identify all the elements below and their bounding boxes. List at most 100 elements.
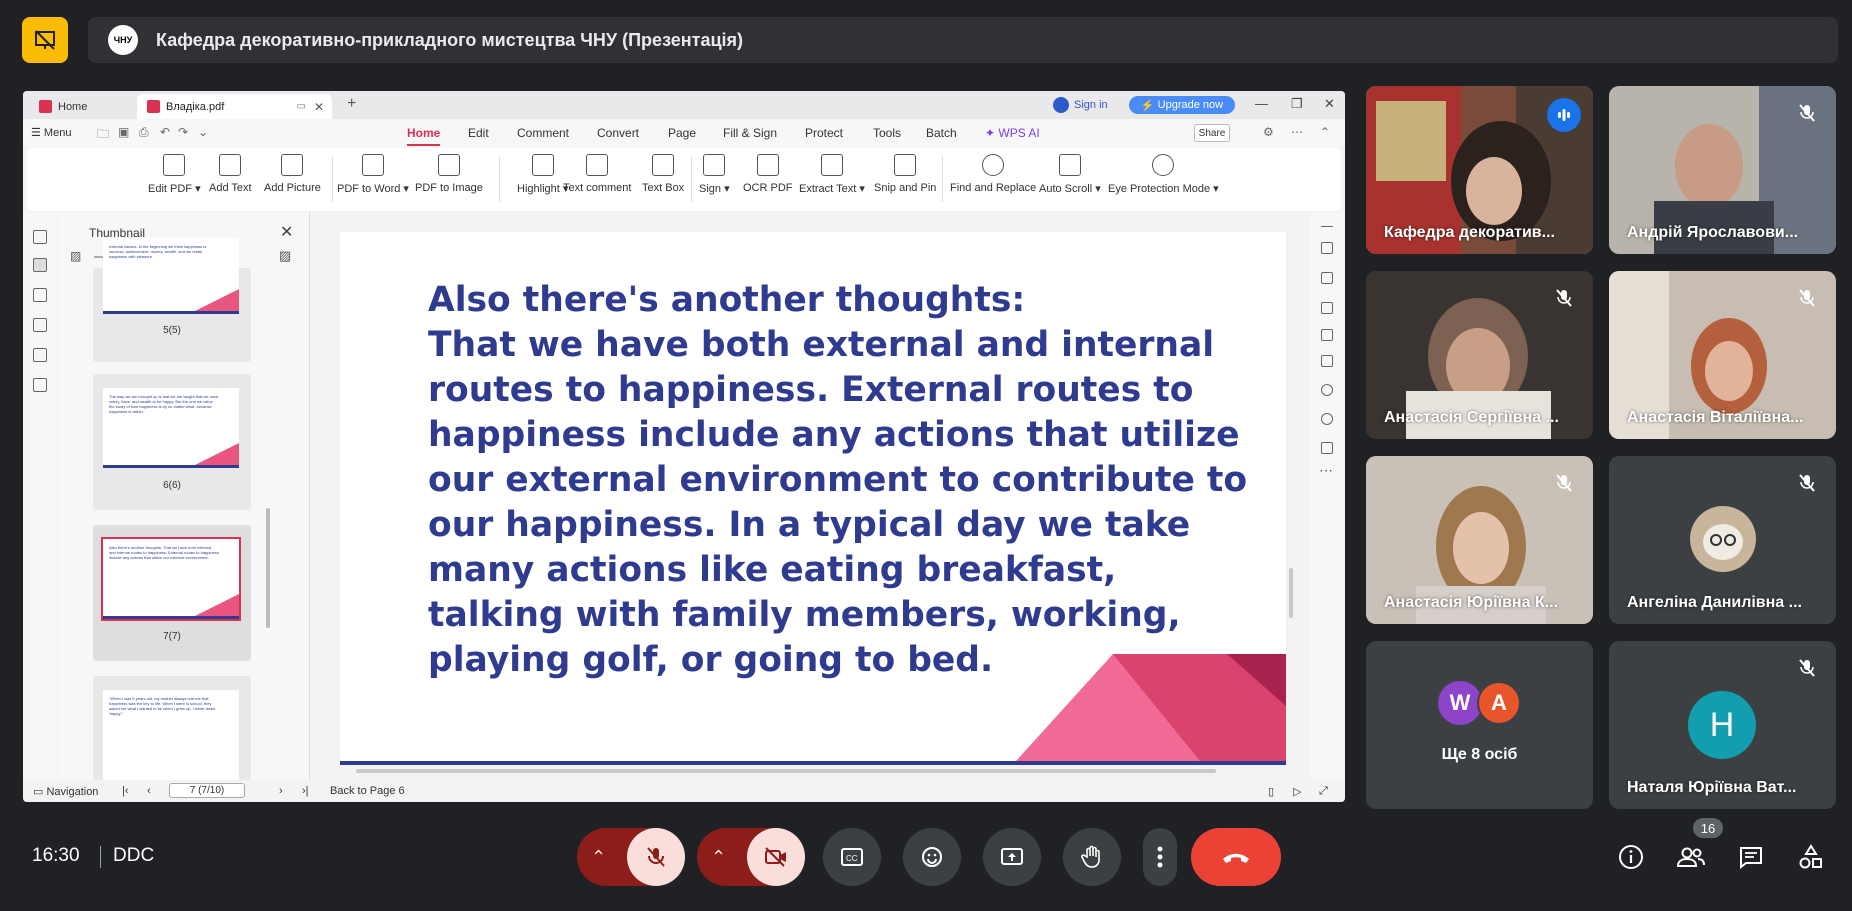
minimize-icon[interactable]: — [1255, 96, 1268, 111]
menu-tab-wps-ai[interactable]: ✦ WPS AI [985, 126, 1040, 140]
view-mode-icon[interactable]: ▯ [1268, 785, 1274, 798]
menu-tab-page[interactable]: Page [668, 126, 696, 140]
list-icon[interactable] [1321, 329, 1333, 341]
pen-icon[interactable] [1321, 302, 1333, 314]
mic-toggle-button[interactable] [627, 828, 685, 886]
next-page-icon[interactable]: › [279, 785, 283, 797]
thumbnail-page-7-selected[interactable]: Also there's another thoughts: That we h… [93, 525, 251, 661]
horizontal-scrollbar[interactable] [340, 767, 1320, 775]
bookmark-icon[interactable] [33, 230, 47, 244]
signature-icon[interactable] [33, 348, 47, 362]
collapse-ribbon-icon[interactable]: ⌃ [1320, 125, 1330, 139]
camera-toggle-button[interactable] [747, 828, 805, 886]
page-icon[interactable] [1321, 355, 1333, 367]
play-icon[interactable]: ▷ [1293, 785, 1301, 798]
more-options-button[interactable] [1143, 828, 1177, 886]
redo-icon[interactable]: ↷ [178, 125, 188, 139]
extract-text-button[interactable]: Extract Text ▾ [799, 154, 865, 195]
leave-call-button[interactable] [1191, 828, 1281, 886]
raise-hand-button[interactable] [1063, 828, 1121, 886]
edit-icon[interactable] [1321, 242, 1333, 254]
minus-icon[interactable] [1321, 226, 1333, 227]
thumbnail-page-8[interactable]: "When I was 5 years old, my mother alway… [93, 676, 251, 780]
settings-icon[interactable]: ⚙ [1263, 125, 1274, 139]
thumbnail-icon[interactable] [33, 258, 47, 272]
add-picture-button[interactable]: Add Picture [264, 154, 321, 194]
menu-tab-fill-sign[interactable]: Fill & Sign [723, 126, 777, 140]
thumbnail-page-5[interactable]: external factors. In the beginning we th… [93, 238, 251, 362]
horizontal-scroll-thumb[interactable] [356, 769, 1216, 773]
sign-button[interactable]: Sign ▾ [699, 154, 730, 195]
help-icon[interactable] [1321, 413, 1333, 425]
zoom-out-thumb-icon[interactable]: ▨ [70, 249, 81, 263]
camera-options-chevron-icon[interactable]: ⌃ [711, 847, 726, 868]
prev-page-icon[interactable]: ‹ [147, 785, 151, 797]
text-box-button[interactable]: Text Box [642, 154, 684, 194]
menu-tab-edit[interactable]: Edit [468, 126, 489, 140]
ocr-pdf-button[interactable]: OCR PDF [743, 154, 793, 194]
layers-icon[interactable] [33, 378, 47, 392]
participant-tile[interactable]: Н Наталя Юріївна Ват... [1609, 641, 1836, 809]
more-icon[interactable]: ⋯ [1319, 462, 1333, 479]
print-icon[interactable]: ⎙ [139, 125, 149, 140]
fullscreen-icon[interactable]: ⤢ [1319, 785, 1328, 798]
restore-icon[interactable]: ❐ [1291, 96, 1303, 112]
navigation-button[interactable]: ▭ Navigation [33, 785, 98, 798]
tab-pdf-document[interactable]: Владіка.pdf ▭ ✕ [137, 94, 332, 119]
participant-tile[interactable]: Ангеліна Данилівна ... [1609, 456, 1836, 624]
tab-home[interactable]: Home [29, 94, 133, 119]
mic-options-chevron-icon[interactable]: ⌃ [591, 847, 606, 868]
chat-icon[interactable] [1734, 840, 1768, 874]
more-participants-tile[interactable]: W A Ще 8 осіб [1366, 641, 1593, 809]
menu-tab-tools[interactable]: Tools [873, 126, 901, 140]
add-text-button[interactable]: Add Text [209, 154, 252, 194]
eye-protection-button[interactable]: Eye Protection Mode ▾ [1108, 154, 1219, 195]
menu-tab-home[interactable]: Home [407, 126, 441, 146]
vertical-scrollbar[interactable] [1288, 232, 1294, 767]
page-number-input[interactable]: 7 (7/10) [169, 783, 245, 798]
captions-button[interactable]: CC [823, 828, 881, 886]
undo-icon[interactable]: ↶ [160, 125, 170, 139]
participant-tile-presenter[interactable]: Кафедра декоратив... [1366, 86, 1593, 254]
upgrade-button[interactable]: ⚡ Upgrade now [1129, 96, 1235, 114]
back-to-page-link[interactable]: Back to Page 6 [330, 785, 405, 797]
participant-tile[interactable]: Андрій Ярославови... [1609, 86, 1836, 254]
tab-close-icon[interactable]: ✕ [314, 100, 324, 114]
menu-tab-batch[interactable]: Batch [926, 126, 957, 140]
pdf-to-word-button[interactable]: PDF to Word ▾ [337, 154, 409, 195]
sign-in-button[interactable]: Sign in [1053, 97, 1108, 113]
present-screen-button[interactable] [983, 828, 1041, 886]
search-icon[interactable] [1321, 384, 1333, 396]
people-icon[interactable] [1674, 840, 1708, 874]
zoom-in-thumb-icon[interactable]: ▨ [279, 248, 291, 264]
attachment-icon[interactable] [33, 318, 47, 332]
find-replace-button[interactable]: Find and Replace [950, 154, 1036, 194]
first-page-icon[interactable]: |‹ [122, 785, 129, 797]
menu-tab-convert[interactable]: Convert [597, 126, 639, 140]
comment-icon[interactable] [33, 288, 47, 302]
book-icon[interactable] [1321, 442, 1333, 454]
meeting-info-icon[interactable] [1614, 840, 1648, 874]
presentation-indicator-icon[interactable] [22, 17, 68, 63]
auto-scroll-button[interactable]: Auto Scroll ▾ [1039, 154, 1101, 195]
menu-tab-comment[interactable]: Comment [517, 126, 569, 140]
last-page-icon[interactable]: ›| [302, 785, 309, 797]
thumbnail-scrollbar[interactable] [266, 508, 270, 628]
thumbnail-page-6[interactable]: The way we are brought up is that we are… [93, 374, 251, 510]
menu-tab-protect[interactable]: Protect [805, 126, 843, 140]
document-icon[interactable] [1321, 272, 1333, 284]
text-comment-button[interactable]: Text comment [563, 154, 631, 194]
activities-icon[interactable] [1794, 840, 1828, 874]
open-folder-icon[interactable]: 🗀 [97, 125, 109, 146]
share-button[interactable]: Share [1194, 124, 1230, 142]
more-icon[interactable]: ⋯ [1291, 125, 1303, 139]
tab-window-icon[interactable]: ▭ [297, 101, 306, 112]
participant-tile[interactable]: Анастасія Сергіївна ... [1366, 271, 1593, 439]
edit-pdf-button[interactable]: Edit PDF ▾ [148, 154, 201, 195]
close-panel-icon[interactable]: ✕ [280, 222, 293, 242]
chevron-down-icon[interactable]: ⌄ [198, 125, 208, 139]
highlight-button[interactable]: Highlight ▾ [517, 154, 568, 195]
vertical-scroll-thumb[interactable] [1289, 568, 1293, 618]
close-window-icon[interactable]: ✕ [1324, 96, 1335, 112]
snip-and-pin-button[interactable]: Snip and Pin [874, 154, 936, 194]
